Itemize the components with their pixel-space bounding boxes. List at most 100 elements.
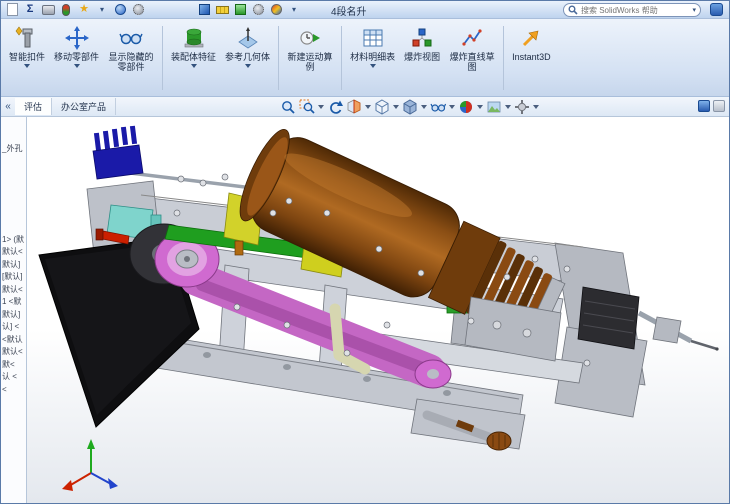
feature-tree-item[interactable]: 默认< [1,284,26,297]
ribbon-button-label: 智能扣件 [9,52,46,62]
feature-tree-item[interactable]: 1> (默 [1,234,26,247]
new-motion-study-icon [298,26,322,50]
ribbon-separator [341,26,343,90]
ribbon-button-move-component[interactable]: 移动零部件 [50,22,103,94]
tools-dropdown-icon[interactable]: ▾ [286,3,302,17]
view-orientation-icon[interactable] [373,98,391,116]
feature-tree-item[interactable]: 1 <默 [1,296,26,309]
feature-tree-item[interactable]: 默认] [1,309,26,322]
ribbon-button-instant3d[interactable]: Instant3D [508,22,555,94]
ribbon-separator [503,26,505,90]
ribbon-button-exploded-view[interactable]: 爆炸视图 [400,22,444,94]
tab-strip: « 评估 办公室产品 [1,97,729,117]
instant3d-icon [519,26,543,50]
feature-tree-item[interactable]: 认] < [1,321,26,334]
ribbon-button-smart-fasteners[interactable]: 智能扣件 [5,22,49,94]
expand-viewport-icon[interactable] [698,100,710,112]
feature-tree-item[interactable]: 认 < [1,371,26,384]
tab-office-products[interactable]: 办公室产品 [52,98,117,115]
feature-tree-item[interactable]: 默认< [1,346,26,359]
assembly-features-icon [182,26,206,50]
feature-tree-item[interactable]: [默认] [1,271,26,284]
tab-evaluate[interactable]: 评估 [15,98,53,115]
feature-tree-item[interactable]: < [1,384,26,397]
zoom-to-area-icon[interactable] [298,98,316,116]
dropdown-arrow-icon[interactable] [533,105,539,109]
orange-knob[interactable] [234,240,244,256]
menubar-dropdown-icon[interactable]: ▾ [94,3,110,17]
heads-up-view-toolbar [279,98,540,116]
options-gear-icon[interactable] [130,3,146,17]
show-hidden-components-icon [119,26,143,50]
view-settings-icon[interactable] [513,98,531,116]
ribbon-button-label: 参考几何体 [225,52,271,62]
ribbon-button-new-motion-study[interactable]: 新建运动算例 [283,22,337,94]
dropdown-arrow-icon [190,64,197,68]
palette-tool-icon[interactable] [268,3,284,17]
workspace: _外孔 1> (默 默认< 默认] [默认] 默认< 1 <默 默认] 认] <… [1,117,729,503]
gear-tool-icon[interactable] [250,3,266,17]
dropdown-arrow-icon[interactable] [477,105,483,109]
apply-scene-icon[interactable] [485,98,503,116]
edit-appearance-icon[interactable] [457,98,475,116]
dropdown-arrow-icon [24,64,30,68]
dropdown-arrow-icon[interactable] [421,105,427,109]
dropdown-arrow-icon[interactable] [505,105,511,109]
display-style-icon[interactable] [401,98,419,116]
right-motor[interactable] [577,286,719,351]
hide-show-items-icon[interactable] [429,98,447,116]
search-dropdown-icon[interactable]: ▾ [692,6,696,14]
feature-tree-item[interactable]: _外孔 [1,143,26,156]
search-input[interactable] [581,5,690,15]
dropdown-arrow-icon[interactable] [449,105,455,109]
fullscreen-icon[interactable] [713,100,725,112]
print-icon[interactable] [40,3,56,17]
assembly-model[interactable] [27,117,729,503]
dropdown-arrow-icon[interactable] [318,105,324,109]
graphics-viewport[interactable] [27,117,729,503]
menubar: Σ ★ ▾ ▾ 4段名升 ▾ [1,1,729,19]
measure-tool-icon[interactable] [214,3,230,17]
collapse-panel-button[interactable]: « [1,101,15,112]
ribbon-button-bill-of-materials[interactable]: 材料明细表 [346,22,399,94]
sigma-icon[interactable]: Σ [22,3,38,17]
ribbon-button-label: 材料明细表 [350,52,396,62]
coordinate-triad [62,439,118,491]
feature-tree-item[interactable]: 默认] [1,259,26,272]
ribbon-separator [278,26,280,90]
ribbon-button-explode-line-sketch[interactable]: 爆炸直线草图 [445,22,499,94]
section-view-icon[interactable] [345,98,363,116]
move-component-icon [64,26,89,50]
search-box[interactable]: ▾ [563,3,701,17]
blue-comb-bracket[interactable] [92,125,144,180]
document-title: 4段名升 [331,7,367,18]
cube-tool-icon[interactable] [196,3,212,17]
dropdown-arrow-icon[interactable] [393,105,399,109]
previous-view-icon[interactable] [326,98,344,116]
smart-fasteners-icon [15,26,39,50]
explode-line-sketch-icon [460,26,484,50]
ribbon-button-show-hidden-components[interactable]: 显示隐藏的零部件 [104,22,158,94]
new-document-icon[interactable] [4,3,20,17]
dropdown-arrow-icon[interactable] [365,105,371,109]
favorites-icon[interactable]: ★ [76,3,92,17]
ribbon-button-label: 移动零部件 [54,52,100,62]
dropdown-arrow-icon [244,64,251,68]
feature-tree-item[interactable]: 默< [1,359,26,372]
tabstrip-right-icons [698,100,725,112]
ribbon-button-label: 爆炸视图 [404,52,441,62]
zoom-to-fit-icon[interactable] [279,98,297,116]
feature-tree-item[interactable]: <默认 [1,334,26,347]
rebuild-icon[interactable] [58,3,74,17]
ribbon-button-reference-geometry[interactable]: 参考几何体 [221,22,274,94]
sphere-icon[interactable] [112,3,128,17]
feature-tree-item[interactable]: 默认< [1,246,26,259]
chart-tool-icon[interactable] [232,3,248,17]
window-corner-icon[interactable] [710,3,723,16]
feature-manager-tree[interactable]: _外孔 1> (默 默认< 默认] [默认] 默认< 1 <默 默认] 认] <… [1,117,27,503]
ribbon-button-assembly-features[interactable]: 装配体特征 [167,22,220,94]
ribbon-button-label: 显示隐藏的零部件 [108,52,154,72]
ribbon-toolbar: 智能扣件 移动零部件 显示隐藏的零部件 装配体特征 参考几何体 新建运动算例 材… [1,19,729,97]
search-icon [568,5,578,15]
ribbon-separator [162,26,164,90]
